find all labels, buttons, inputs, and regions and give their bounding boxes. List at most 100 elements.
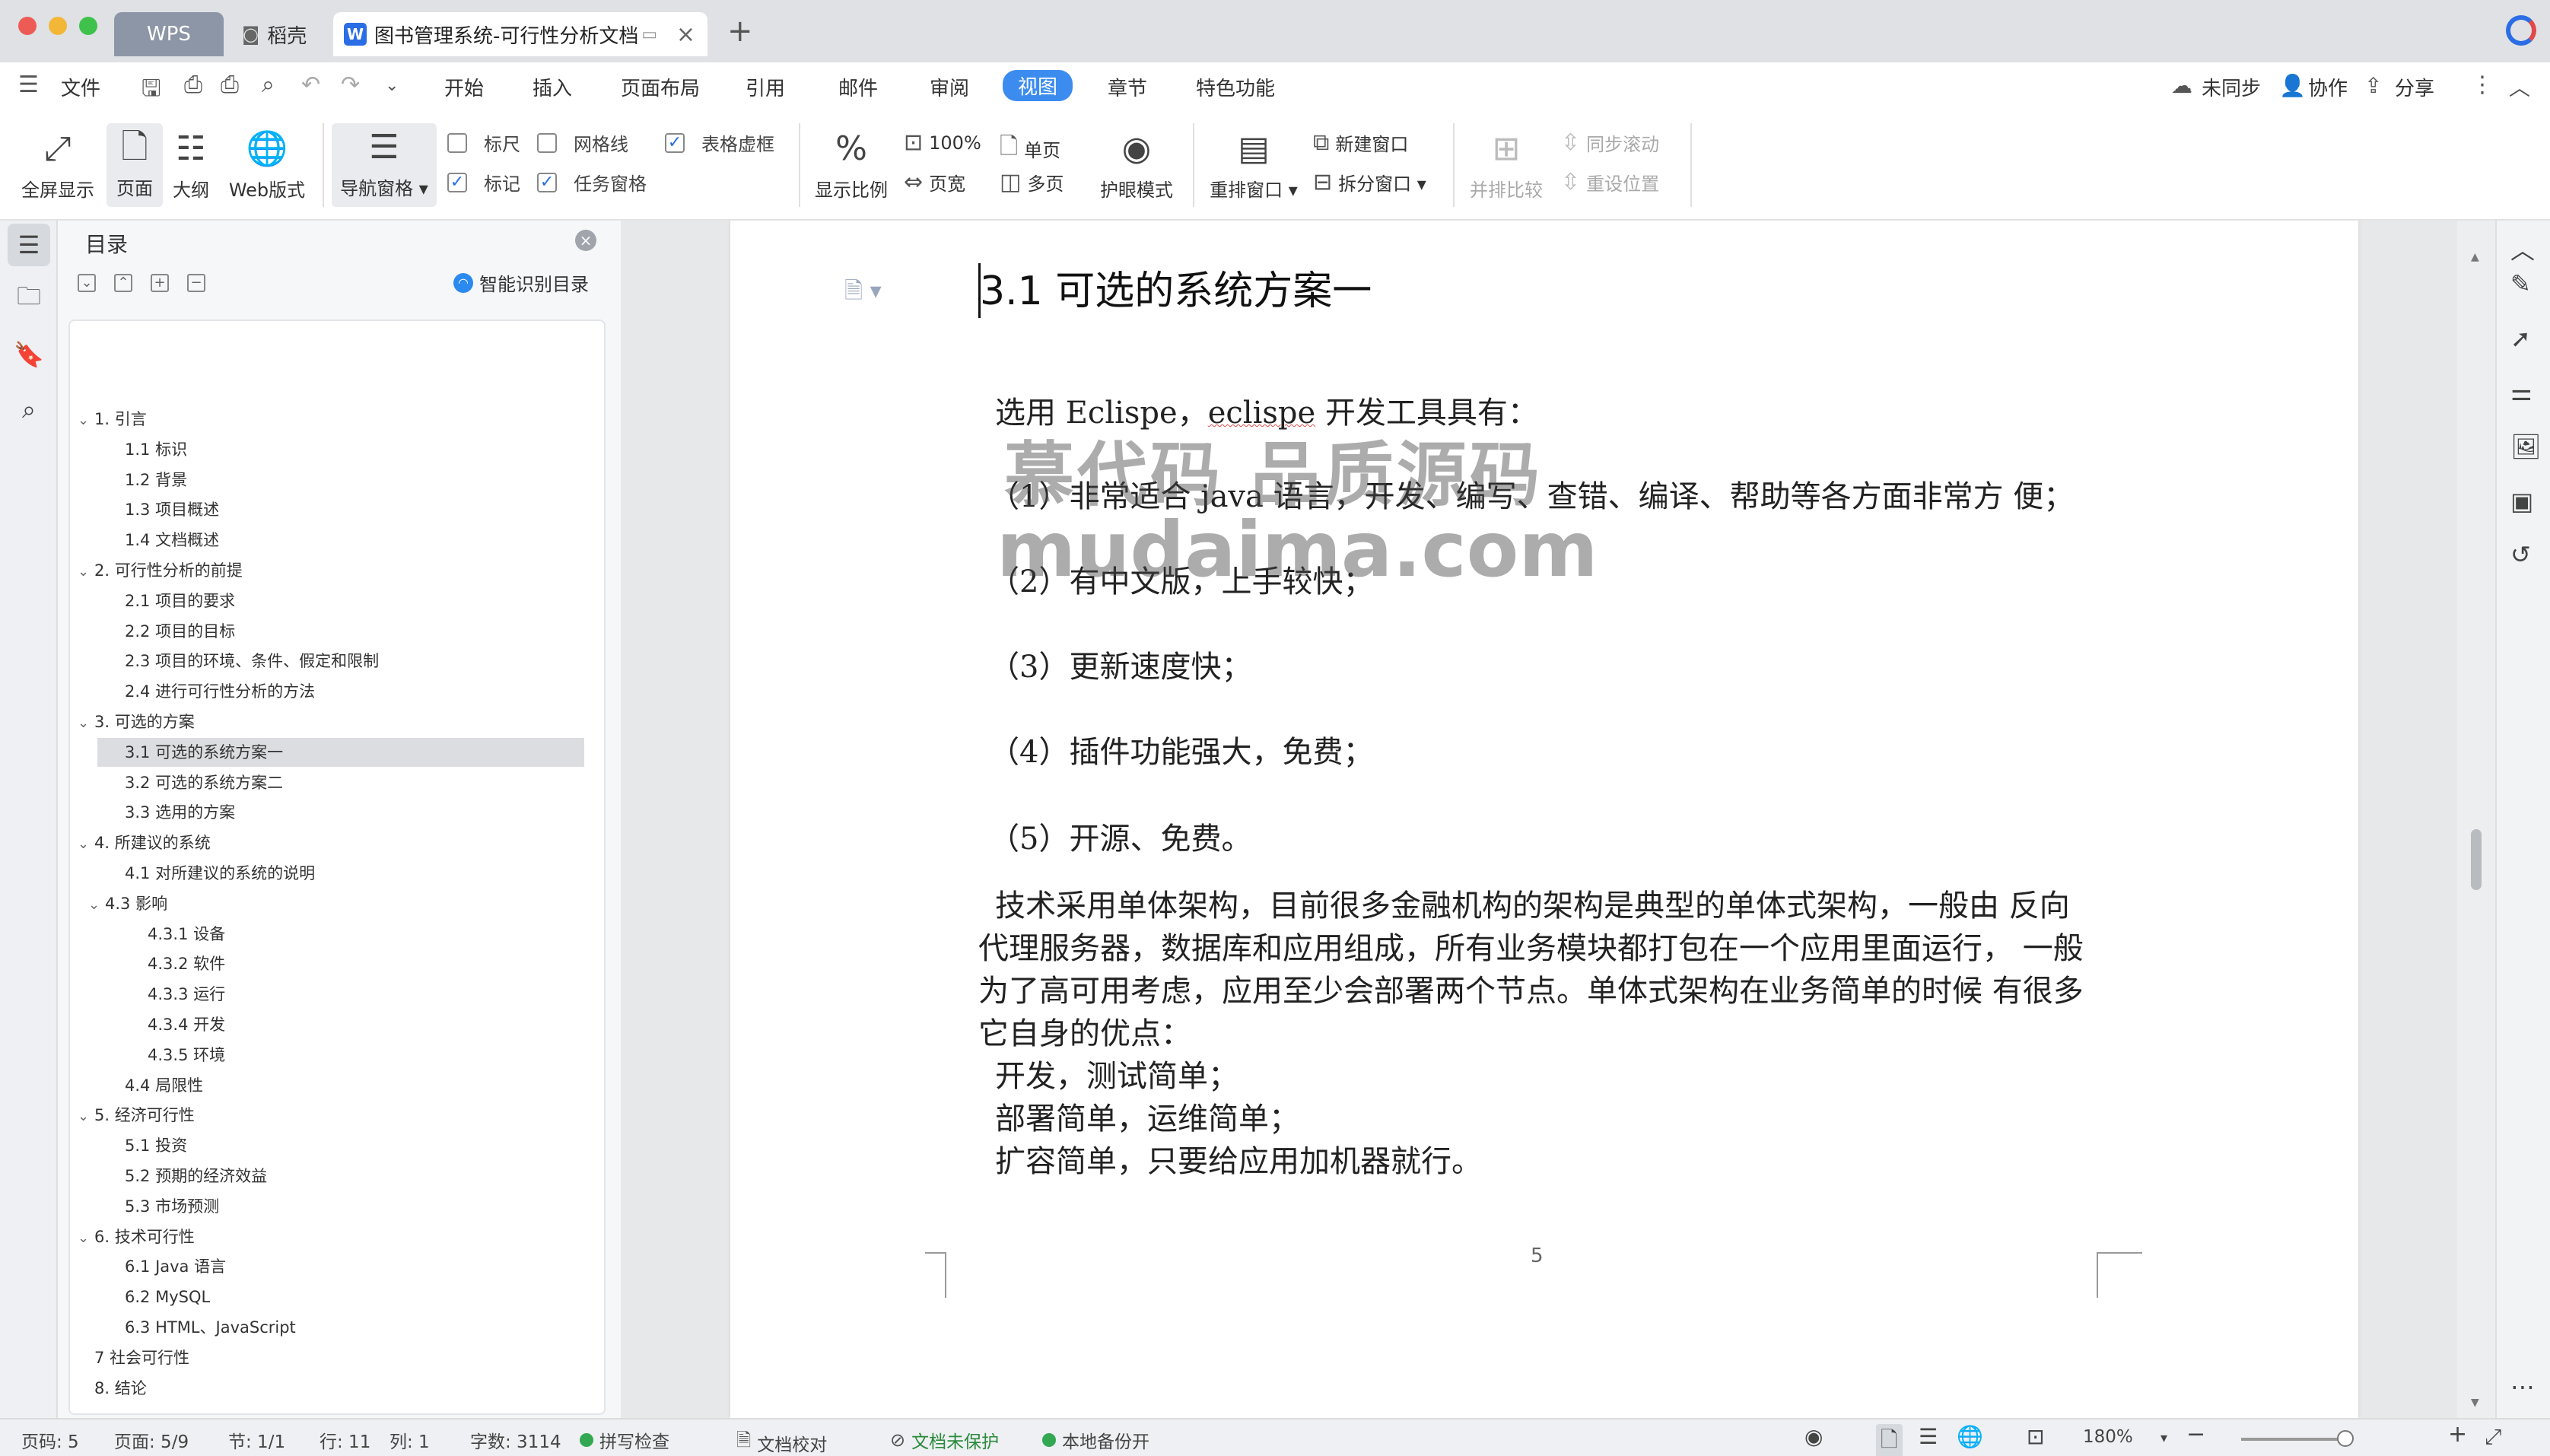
toc-item[interactable]: 5.2 预期的经济效益 [70,1162,595,1191]
customize-toolbar-icon[interactable]: ⌄ [385,76,399,95]
maximize-window-button[interactable] [79,17,97,35]
scroll-up-icon[interactable]: ▲ [2471,251,2479,263]
print-preview-icon[interactable]: ⌕ [262,72,275,98]
menu-tab-insert[interactable]: 插入 [533,73,572,101]
status-section[interactable]: 节: 1/1 [228,1427,285,1453]
chapter-nav-icon[interactable]: 🗀 [8,278,50,321]
chevron-down-icon[interactable]: ⌄ [78,709,94,738]
menu-tab-layout[interactable]: 页面布局 [621,73,700,101]
collab-icon[interactable]: 👤 [2279,73,2306,98]
bookmark-icon[interactable]: 🔖 [8,333,50,376]
web-layout-button[interactable]: 🌐 Web版式 [225,125,309,202]
gridlines-checkbox[interactable]: 网格线 [537,129,628,156]
zoom-100-button[interactable]: ⊡ 100% [904,129,981,156]
status-row[interactable]: 行: 11 [320,1427,370,1453]
toc-item[interactable]: 6.2 MySQL [70,1283,595,1311]
more-options-icon[interactable]: ⋮ [2471,72,2494,98]
toc-item[interactable]: ⌄ 4. 所建议的系统 [70,828,595,857]
collapse-all-icon[interactable]: ⌃ [114,274,132,292]
toc-item[interactable]: 3.1 可选的系统方案一 [97,737,584,767]
scrollbar-thumb[interactable] [2471,829,2482,890]
web-view-status-icon[interactable]: 🌐 [1957,1424,1983,1449]
minimize-window-button[interactable] [49,17,67,35]
proofread-button[interactable]: 🗎 文档校对 [736,1427,827,1456]
toc-item[interactable]: 4.1 对所建议的系统的说明 [70,859,595,888]
multi-page-button[interactable]: ◫ 多页 [1000,169,1064,196]
local-backup-button[interactable]: 本地备份开 [1042,1427,1149,1453]
doc-protection-button[interactable]: ⊘ 文档未保护 [890,1427,999,1453]
chevron-down-icon[interactable]: ⌄ [78,558,94,587]
toc-item[interactable]: 1.3 项目概述 [70,495,595,524]
toc-item[interactable]: 4.3.4 开发 [70,1010,595,1039]
redo-icon[interactable]: ↷ [341,72,360,98]
toc-item[interactable]: 2.4 进行可行性分析的方法 [70,677,595,706]
toc-panel-icon[interactable]: ☰ [8,224,50,266]
expand-all-icon[interactable]: ⌄ [78,274,96,292]
eye-care-status-icon[interactable]: ◉ [1804,1424,1823,1449]
toc-item[interactable]: 1.4 文档概述 [70,526,595,555]
tab-wps[interactable]: WPS [114,12,224,56]
toc-item[interactable]: 4.4 局限性 [70,1071,595,1100]
remove-heading-icon[interactable]: − [187,274,205,292]
outline-view-button[interactable]: ☷ 大纲 [166,125,216,202]
tab-document[interactable]: W 图书管理系统-可行性分析文档 ▭ × [333,12,707,56]
menu-tab-home[interactable]: 开始 [444,73,484,101]
page-view-button[interactable]: 🗋 页面 [107,123,163,207]
eye-care-button[interactable]: ◉ 护眼模式 [1094,125,1179,202]
toc-item[interactable]: 4.3.5 环境 [70,1041,595,1070]
sync-status[interactable]: 未同步 [2202,73,2261,101]
toc-item[interactable]: 2.1 项目的要求 [70,587,595,615]
toc-item[interactable]: 2.2 项目的目标 [70,617,595,646]
image-tool-icon[interactable]: 🖼 [2510,432,2542,461]
reset-position-button[interactable]: ⇳ 重设位置 [1561,169,1659,196]
fit-page-icon[interactable]: ⊡ [2027,1424,2044,1449]
share-button[interactable]: 分享 [2395,73,2434,101]
chevron-down-icon[interactable]: ⌄ [88,891,105,920]
status-word-count[interactable]: 字数: 3114 [470,1427,561,1453]
toc-item[interactable]: 4.3.2 软件 [70,949,595,978]
toc-item[interactable]: ⌄ 2. 可行性分析的前提 [70,556,595,585]
save-icon[interactable]: 🖫 [141,72,161,110]
document-area[interactable]: 🗎 ▾ 3.1 可选的系统方案一 选用 Eclispe，eclispe 开发工具… [621,221,2457,1418]
ruler-checkbox[interactable]: 标尺 [447,129,520,156]
collapse-sidebar-icon[interactable]: ︿ [2510,231,2535,266]
outline-view-status-icon[interactable]: ☰ [1919,1424,1938,1449]
toc-item[interactable]: 3.2 可选的系统方案二 [70,768,595,797]
adjust-sliders-icon[interactable]: ⚌ [2510,377,2533,406]
cloud-sync-icon[interactable]: ☁ [2171,73,2192,98]
tab-daoke[interactable]: ◙ 稻壳 [233,12,324,56]
format-brush-icon[interactable]: ▣ [2510,487,2533,516]
split-window-button[interactable]: ⊟ 拆分窗口 ▾ [1313,169,1426,196]
menu-tab-mail[interactable]: 邮件 [838,73,878,101]
chevron-down-icon[interactable]: ⌄ [78,406,94,435]
toc-item[interactable]: ⌄ 4.3 影响 [70,889,595,918]
fullscreen-button[interactable]: ⤢ 全屏显示 [17,125,99,202]
toc-item[interactable]: 2.3 项目的环境、条件、假定和限制 [70,647,595,676]
table-gridlines-check-box[interactable]: ✓ [665,132,685,153]
share-icon[interactable]: ⇪ [2364,73,2382,98]
zoom-dropdown-icon[interactable]: ▾ [2161,1430,2167,1446]
hamburger-menu-icon[interactable]: ☰ [18,72,39,98]
close-tab-icon[interactable]: × [676,21,695,48]
toc-item[interactable]: 6.1 Java 语言 [70,1252,595,1281]
side-by-side-button[interactable]: ⊞ 并排比较 [1464,125,1549,202]
toc-item[interactable]: ⌄ 5. 经济可行性 [70,1101,595,1130]
zoom-out-icon[interactable]: − [2186,1421,2205,1448]
nav-pane-button[interactable]: ☰ 导航窗格 ▾ [332,123,437,207]
chevron-down-icon[interactable]: ⌄ [78,1102,94,1131]
paragraph-layout-icon[interactable]: 🗎 ▾ [844,274,882,313]
toc-item[interactable]: 7 社会可行性 [70,1343,595,1372]
toc-item[interactable]: ⌄ 1. 引言 [70,405,595,434]
close-nav-pane-icon[interactable]: × [575,230,596,251]
single-page-button[interactable]: 🗋 单页 [1000,129,1060,168]
add-heading-icon[interactable]: + [151,274,169,292]
toc-item[interactable]: 6.3 HTML、JavaScript [70,1313,595,1342]
toc-item[interactable]: 1.2 背景 [70,466,595,494]
document-page[interactable]: 🗎 ▾ 3.1 可选的系统方案一 选用 Eclispe，eclispe 开发工具… [730,221,2358,1418]
print-icon[interactable]: ⎙ [221,72,239,98]
status-page-code[interactable]: 页码: 5 [21,1427,79,1453]
toc-item[interactable]: 3.3 选用的方案 [70,798,595,827]
menu-file[interactable]: 文件 [61,73,100,101]
menu-tab-special[interactable]: 特色功能 [1196,73,1275,101]
fullscreen-status-icon[interactable]: ⤢ [2485,1424,2501,1450]
